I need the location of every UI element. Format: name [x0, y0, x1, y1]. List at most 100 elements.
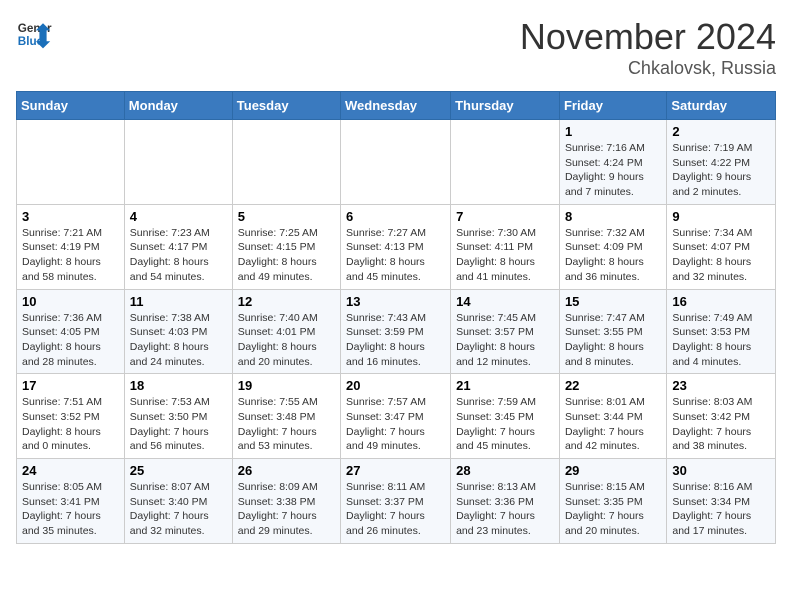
- weekday-header-friday: Friday: [559, 92, 666, 120]
- day-detail: Sunrise: 7:53 AMSunset: 3:50 PMDaylight:…: [130, 395, 227, 454]
- header: General Blue November 2024 Chkalovsk, Ru…: [16, 16, 776, 79]
- day-cell: 30 Sunrise: 8:16 AMSunset: 3:34 PMDayligh…: [667, 459, 776, 544]
- weekday-header-sunday: Sunday: [17, 92, 125, 120]
- day-cell: 4 Sunrise: 7:23 AMSunset: 4:17 PMDaylight…: [124, 204, 232, 289]
- day-detail: Sunrise: 7:30 AMSunset: 4:11 PMDaylight:…: [456, 226, 554, 285]
- day-number: 21: [456, 378, 554, 393]
- weekday-header-saturday: Saturday: [667, 92, 776, 120]
- day-cell: 29 Sunrise: 8:15 AMSunset: 3:35 PMDayligh…: [559, 459, 666, 544]
- day-cell: 2 Sunrise: 7:19 AMSunset: 4:22 PMDaylight…: [667, 120, 776, 205]
- week-row-2: 3 Sunrise: 7:21 AMSunset: 4:19 PMDaylight…: [17, 204, 776, 289]
- day-cell: 20 Sunrise: 7:57 AMSunset: 3:47 PMDayligh…: [341, 374, 451, 459]
- day-number: 8: [565, 209, 661, 224]
- day-cell: 9 Sunrise: 7:34 AMSunset: 4:07 PMDaylight…: [667, 204, 776, 289]
- day-detail: Sunrise: 8:16 AMSunset: 3:34 PMDaylight:…: [672, 480, 770, 539]
- week-row-3: 10 Sunrise: 7:36 AMSunset: 4:05 PMDayligh…: [17, 289, 776, 374]
- day-detail: Sunrise: 8:15 AMSunset: 3:35 PMDaylight:…: [565, 480, 661, 539]
- day-detail: Sunrise: 7:55 AMSunset: 3:48 PMDaylight:…: [238, 395, 335, 454]
- day-number: 9: [672, 209, 770, 224]
- day-cell: 27 Sunrise: 8:11 AMSunset: 3:37 PMDayligh…: [341, 459, 451, 544]
- day-number: 26: [238, 463, 335, 478]
- weekday-header-row: SundayMondayTuesdayWednesdayThursdayFrid…: [17, 92, 776, 120]
- day-cell: [451, 120, 560, 205]
- day-detail: Sunrise: 7:43 AMSunset: 3:59 PMDaylight:…: [346, 311, 445, 370]
- day-cell: 10 Sunrise: 7:36 AMSunset: 4:05 PMDayligh…: [17, 289, 125, 374]
- day-detail: Sunrise: 7:19 AMSunset: 4:22 PMDaylight:…: [672, 141, 770, 200]
- day-number: 4: [130, 209, 227, 224]
- day-detail: Sunrise: 8:13 AMSunset: 3:36 PMDaylight:…: [456, 480, 554, 539]
- day-cell: 21 Sunrise: 7:59 AMSunset: 3:45 PMDayligh…: [451, 374, 560, 459]
- day-cell: 5 Sunrise: 7:25 AMSunset: 4:15 PMDaylight…: [232, 204, 340, 289]
- day-cell: 13 Sunrise: 7:43 AMSunset: 3:59 PMDayligh…: [341, 289, 451, 374]
- day-number: 29: [565, 463, 661, 478]
- day-cell: 6 Sunrise: 7:27 AMSunset: 4:13 PMDaylight…: [341, 204, 451, 289]
- day-cell: 25 Sunrise: 8:07 AMSunset: 3:40 PMDayligh…: [124, 459, 232, 544]
- day-cell: 17Sunrise: 7:51 AMSunset: 3:52 PMDayligh…: [17, 374, 125, 459]
- day-detail: Sunrise: 7:59 AMSunset: 3:45 PMDaylight:…: [456, 395, 554, 454]
- day-cell: 15Sunrise: 7:47 AMSunset: 3:55 PMDayligh…: [559, 289, 666, 374]
- calendar: SundayMondayTuesdayWednesdayThursdayFrid…: [16, 91, 776, 544]
- day-detail: Sunrise: 7:23 AMSunset: 4:17 PMDaylight:…: [130, 226, 227, 285]
- day-cell: 16 Sunrise: 7:49 AMSunset: 3:53 PMDayligh…: [667, 289, 776, 374]
- day-detail: Sunrise: 8:03 AMSunset: 3:42 PMDaylight:…: [672, 395, 770, 454]
- day-number: 15: [565, 294, 661, 309]
- day-number: 22: [565, 378, 661, 393]
- weekday-header-wednesday: Wednesday: [341, 92, 451, 120]
- logo: General Blue: [16, 16, 52, 52]
- day-number: 5: [238, 209, 335, 224]
- day-number: 2: [672, 124, 770, 139]
- day-detail: Sunrise: 7:57 AMSunset: 3:47 PMDaylight:…: [346, 395, 445, 454]
- day-number: 16: [672, 294, 770, 309]
- day-cell: 12Sunrise: 7:40 AMSunset: 4:01 PMDayligh…: [232, 289, 340, 374]
- week-row-5: 24 Sunrise: 8:05 AMSunset: 3:41 PMDayligh…: [17, 459, 776, 544]
- day-detail: Sunrise: 7:27 AMSunset: 4:13 PMDaylight:…: [346, 226, 445, 285]
- day-cell: [232, 120, 340, 205]
- day-detail: Sunrise: 7:25 AMSunset: 4:15 PMDaylight:…: [238, 226, 335, 285]
- day-number: 30: [672, 463, 770, 478]
- day-cell: 22 Sunrise: 8:01 AMSunset: 3:44 PMDayligh…: [559, 374, 666, 459]
- month-title: November 2024: [520, 16, 776, 58]
- day-cell: 8 Sunrise: 7:32 AMSunset: 4:09 PMDaylight…: [559, 204, 666, 289]
- day-number: 13: [346, 294, 445, 309]
- day-cell: 1 Sunrise: 7:16 AMSunset: 4:24 PMDaylight…: [559, 120, 666, 205]
- logo-icon: General Blue: [16, 16, 52, 52]
- day-detail: Sunrise: 7:21 AMSunset: 4:19 PMDaylight:…: [22, 226, 119, 285]
- day-number: 18: [130, 378, 227, 393]
- day-number: 1: [565, 124, 661, 139]
- day-detail: Sunrise: 7:32 AMSunset: 4:09 PMDaylight:…: [565, 226, 661, 285]
- day-detail: Sunrise: 7:36 AMSunset: 4:05 PMDaylight:…: [22, 311, 119, 370]
- day-cell: 23 Sunrise: 8:03 AMSunset: 3:42 PMDayligh…: [667, 374, 776, 459]
- day-detail: Sunrise: 8:05 AMSunset: 3:41 PMDaylight:…: [22, 480, 119, 539]
- day-cell: [124, 120, 232, 205]
- day-detail: Sunrise: 7:49 AMSunset: 3:53 PMDaylight:…: [672, 311, 770, 370]
- day-detail: Sunrise: 7:16 AMSunset: 4:24 PMDaylight:…: [565, 141, 661, 200]
- day-number: 19: [238, 378, 335, 393]
- day-cell: 24 Sunrise: 8:05 AMSunset: 3:41 PMDayligh…: [17, 459, 125, 544]
- day-number: 24: [22, 463, 119, 478]
- day-cell: 3 Sunrise: 7:21 AMSunset: 4:19 PMDaylight…: [17, 204, 125, 289]
- day-detail: Sunrise: 8:09 AMSunset: 3:38 PMDaylight:…: [238, 480, 335, 539]
- day-number: 25: [130, 463, 227, 478]
- day-number: 20: [346, 378, 445, 393]
- day-detail: Sunrise: 8:11 AMSunset: 3:37 PMDaylight:…: [346, 480, 445, 539]
- day-cell: 28Sunrise: 8:13 AMSunset: 3:36 PMDayligh…: [451, 459, 560, 544]
- day-cell: 7 Sunrise: 7:30 AMSunset: 4:11 PMDaylight…: [451, 204, 560, 289]
- day-detail: Sunrise: 7:38 AMSunset: 4:03 PMDaylight:…: [130, 311, 227, 370]
- day-number: 11: [130, 294, 227, 309]
- day-number: 27: [346, 463, 445, 478]
- day-detail: Sunrise: 7:45 AMSunset: 3:57 PMDaylight:…: [456, 311, 554, 370]
- day-number: 3: [22, 209, 119, 224]
- day-detail: Sunrise: 7:34 AMSunset: 4:07 PMDaylight:…: [672, 226, 770, 285]
- day-cell: 19 Sunrise: 7:55 AMSunset: 3:48 PMDayligh…: [232, 374, 340, 459]
- day-number: 17: [22, 378, 119, 393]
- day-cell: 14 Sunrise: 7:45 AMSunset: 3:57 PMDayligh…: [451, 289, 560, 374]
- day-number: 23: [672, 378, 770, 393]
- day-number: 6: [346, 209, 445, 224]
- day-number: 12: [238, 294, 335, 309]
- day-detail: Sunrise: 8:07 AMSunset: 3:40 PMDaylight:…: [130, 480, 227, 539]
- day-number: 7: [456, 209, 554, 224]
- day-number: 10: [22, 294, 119, 309]
- day-detail: Sunrise: 8:01 AMSunset: 3:44 PMDaylight:…: [565, 395, 661, 454]
- day-number: 14: [456, 294, 554, 309]
- weekday-header-monday: Monday: [124, 92, 232, 120]
